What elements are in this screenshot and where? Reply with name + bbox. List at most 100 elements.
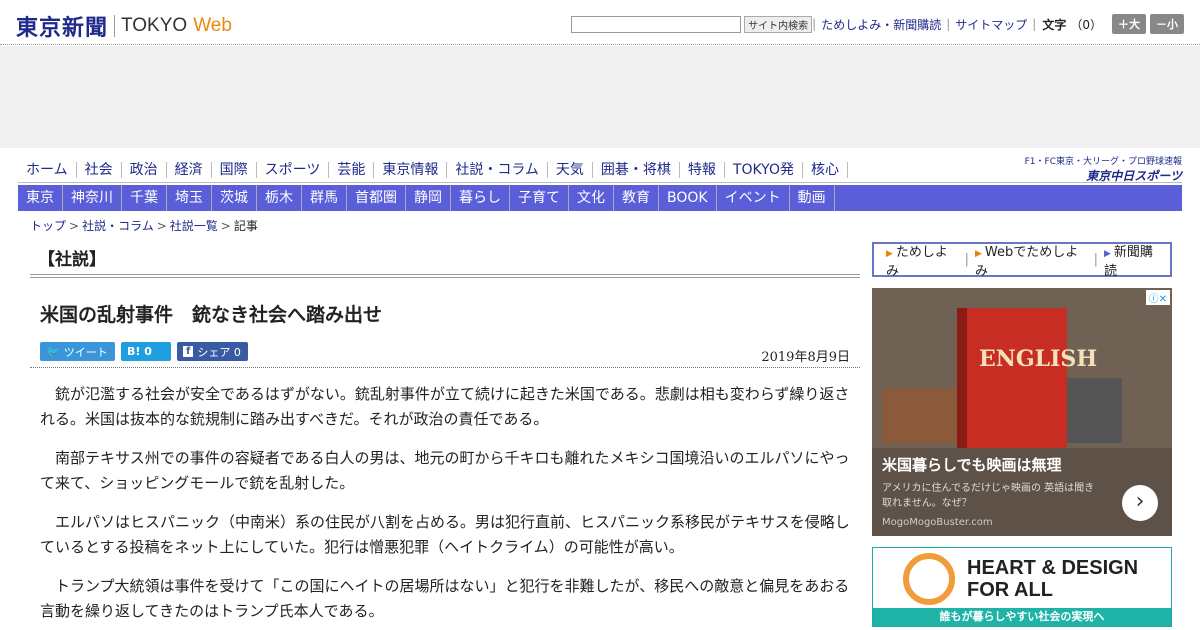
topic-kyoiku[interactable]: 教育: [614, 185, 659, 211]
nav-item-tokyo-hatsu[interactable]: TOKYO発: [725, 162, 803, 178]
divider: |: [946, 17, 951, 31]
article-paragraph: トランプ大統領は事件を受けて「この国にヘイトの居場所はない」と犯行を非難したが、…: [40, 577, 850, 620]
article-title: 米国の乱射事件 銃なき社会へ踏み出せ: [40, 304, 383, 326]
breadcrumb-current: 記事: [233, 219, 258, 233]
nav-item-sports[interactable]: スポーツ: [257, 162, 330, 178]
web-trial-label: Webでためしよみ: [974, 244, 1079, 279]
ad2-title: HEART & DESIGN FOR ALL: [967, 557, 1139, 601]
region-ibaraki[interactable]: 茨城: [212, 185, 257, 211]
arrow-icon: ▶: [974, 248, 982, 259]
english-book-image: ENGLISH: [957, 308, 1097, 448]
article-paragraph: 南部テキサス州での事件の容疑者である白人の男は、地元の町から千キロも離れたメキシ…: [40, 449, 850, 492]
breadcrumb-editorial[interactable]: 社説・コラム: [82, 219, 154, 233]
twitter-icon: 🐦: [46, 345, 60, 358]
nav-item-entertainment[interactable]: 芸能: [329, 162, 375, 178]
nav-item-go-shogi[interactable]: 囲碁・将棋: [593, 162, 680, 178]
nav-item-tokyo-info[interactable]: 東京情報: [374, 162, 448, 178]
pen-cup-image: [1067, 378, 1122, 443]
sitemap-link[interactable]: サイトマップ: [955, 16, 1027, 33]
topic-kosodate[interactable]: 子育て: [510, 185, 569, 211]
region-saitama[interactable]: 埼玉: [167, 185, 212, 211]
nav-item-kakushin[interactable]: 核心: [803, 162, 848, 178]
nav-item-tokuho[interactable]: 特報: [680, 162, 725, 178]
region-tokyo[interactable]: 東京: [18, 185, 63, 211]
chunichi-tagline: F1・FC東京・大リーグ・プロ野球速報: [1024, 157, 1182, 167]
search-input[interactable]: [571, 15, 742, 33]
share-row: 🐦 ツイート B! 0 f シェア 0 2019年8月9日: [30, 340, 860, 368]
region-chiba[interactable]: 千葉: [122, 185, 167, 211]
hatena-bookmark-button[interactable]: B! 0: [121, 342, 171, 361]
facebook-icon: f: [183, 346, 194, 357]
arrow-icon: ▶: [1104, 248, 1111, 259]
chunichi-logo: 東京中日スポーツ: [1086, 169, 1182, 183]
region-shutoken[interactable]: 首都圏: [347, 185, 406, 211]
section-label: 【社説】: [30, 240, 860, 278]
region-tochigi[interactable]: 栃木: [257, 185, 302, 211]
facebook-share-button[interactable]: f シェア 0: [177, 342, 248, 361]
header-tools: サイト内検索 | ためしよみ・新聞購読 | サイトマップ | 文字 （0） ＋大…: [571, 14, 1184, 34]
logo-english: TOKYO: [121, 15, 188, 36]
ad-source: MogoMogoBuster.com: [882, 517, 993, 528]
region-shizuoka[interactable]: 静岡: [406, 185, 451, 211]
nav-item-international[interactable]: 国際: [212, 162, 257, 178]
subscribe-label: 新聞購読: [1104, 244, 1153, 279]
font-size-count: （0）: [1070, 17, 1102, 32]
nav-item-editorial[interactable]: 社説・コラム: [447, 162, 548, 178]
hatena-label: B! 0: [127, 345, 152, 358]
ad-image: ENGLISH: [872, 288, 1172, 448]
breadcrumb-editorial-list[interactable]: 社説一覧: [170, 219, 218, 233]
region-gunma[interactable]: 群馬: [302, 185, 347, 211]
logo-web: Web: [193, 15, 232, 36]
nav-item-economy[interactable]: 経済: [167, 162, 212, 178]
tweet-button[interactable]: 🐦 ツイート: [40, 342, 115, 361]
subscribe-link[interactable]: ▶ 新聞購読: [1098, 241, 1170, 279]
tweet-label: ツイート: [63, 345, 108, 359]
topic-video[interactable]: 動画: [790, 185, 835, 211]
topic-kurashi[interactable]: 暮らし: [451, 185, 510, 211]
font-smaller-button[interactable]: －小: [1150, 14, 1184, 34]
top-ad-banner: [0, 46, 1200, 148]
ad-title: 米国暮らしでも映画は無理: [882, 456, 1062, 474]
divider: |: [1032, 17, 1037, 31]
search-button[interactable]: サイト内検索: [744, 15, 813, 33]
book-title: ENGLISH: [979, 346, 1098, 372]
ad-choices-icon[interactable]: ⓘ✕: [1145, 290, 1170, 305]
breadcrumb-top[interactable]: トップ: [30, 219, 66, 233]
chevron-right-icon[interactable]: ›: [1122, 485, 1158, 521]
breadcrumb-separator: >: [220, 219, 231, 233]
article: 【社説】 米国の乱射事件 銃なき社会へ踏み出せ 🐦 ツイート B! 0 f シェ…: [30, 240, 860, 624]
site-header: 東京新聞 TOKYO Web サイト内検索 | ためしよみ・新聞購読 | サイト…: [0, 0, 1200, 45]
nav-item-home[interactable]: ホーム: [18, 162, 77, 178]
logo-japanese: 東京新聞: [16, 15, 109, 41]
logo-divider: [114, 15, 116, 37]
font-larger-button[interactable]: ＋大: [1112, 14, 1146, 34]
topic-event[interactable]: イベント: [717, 185, 790, 211]
ad-text-area: 米国暮らしでも映画は無理 アメリカに住んでるだけじゃ映画の 英語は聞き取れません…: [872, 448, 1172, 536]
topic-book[interactable]: BOOK: [659, 185, 717, 211]
main-nav: ホーム 社会 政治 経済 国際 スポーツ 芸能 東京情報 社説・コラム 天気 囲…: [18, 157, 1182, 183]
sidebar-ad-heart-design[interactable]: HEART & DESIGN FOR ALL 誰もが暮らしやすい社会の実現へ: [872, 547, 1172, 627]
trial-label: ためしよみ: [886, 244, 948, 279]
trial-link[interactable]: ▶ ためしよみ: [880, 241, 965, 279]
breadcrumb-separator: >: [156, 219, 167, 233]
web-trial-link[interactable]: ▶ Webでためしよみ: [969, 241, 1094, 279]
topic-bunka[interactable]: 文化: [569, 185, 614, 211]
nav-item-weather[interactable]: 天気: [548, 162, 593, 178]
breadcrumb: トップ > 社説・コラム > 社説一覧 > 記事: [30, 217, 258, 234]
divider: |: [812, 17, 817, 31]
regional-nav: 東京 神奈川 千葉 埼玉 茨城 栃木 群馬 首都圏 静岡 暮らし 子育て 文化 …: [18, 185, 1182, 211]
article-paragraph: エルパソはヒスパニック（中南米）系の住民が八割を占める。男は犯行直前、ヒスパニッ…: [40, 513, 850, 556]
chunichi-sports-link[interactable]: F1・FC東京・大リーグ・プロ野球速報 東京中日スポーツ: [1025, 154, 1182, 184]
article-paragraph: 銃が氾濫する社会が安全であるはずがない。銃乱射事件が立て続けに起きた米国である。…: [40, 385, 850, 428]
sidebar: ▶ ためしよみ | ▶ Webでためしよみ | ▶ 新聞購読 ENGLISH ⓘ✕ 米…: [872, 242, 1172, 627]
site-logo[interactable]: 東京新聞 TOKYO Web: [16, 10, 232, 42]
nav-item-society[interactable]: 社会: [77, 162, 122, 178]
heart-design-logo-icon: [903, 553, 955, 605]
arrow-icon: ▶: [886, 248, 893, 259]
sidebar-ad-english[interactable]: ENGLISH ⓘ✕ 米国暮らしでも映画は無理 アメリカに住んでるだけじゃ映画の…: [872, 288, 1172, 536]
region-kanagawa[interactable]: 神奈川: [63, 185, 122, 211]
subscribe-link[interactable]: ためしよみ・新聞購読: [821, 16, 941, 33]
font-size-label: 文字: [1042, 17, 1067, 32]
nav-item-politics[interactable]: 政治: [122, 162, 167, 178]
ad2-strip: 誰もが暮らしやすい社会の実現へ: [873, 608, 1171, 626]
